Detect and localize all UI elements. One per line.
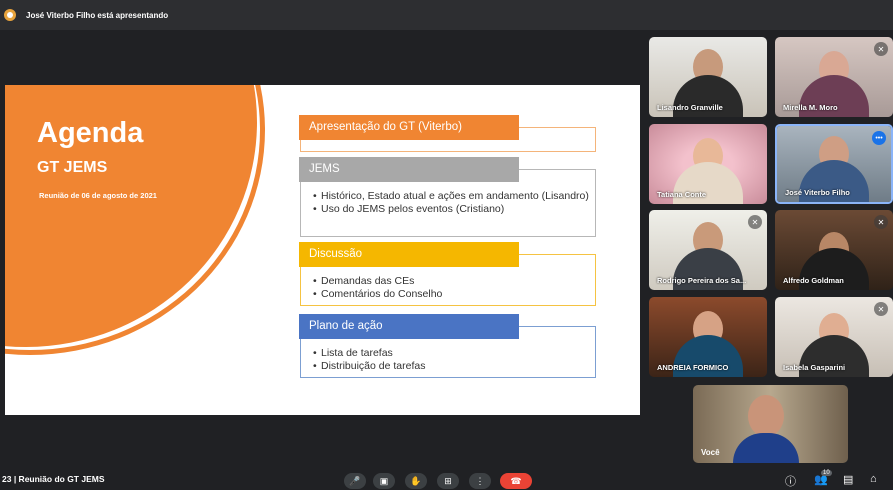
agenda-section-header: Apresentação do GT (Viterbo) (299, 115, 519, 140)
more-icon[interactable]: ⋮ (469, 473, 491, 489)
agenda-item: Demandas das CEs (313, 275, 595, 288)
chat-icon[interactable]: ▤ (843, 473, 853, 486)
participant-name: ANDREIA FORMICO (657, 363, 729, 372)
muted-mic-icon: ✕ (874, 215, 888, 229)
participant-name: Tatiana Conte (657, 190, 707, 199)
activities-icon[interactable]: ⌂ (870, 473, 877, 485)
participant-name: Lisandro Granville (657, 103, 723, 112)
presenter-bar: José Viterbo Filho está apresentando (0, 0, 893, 30)
participant-tile-rodrigo[interactable]: ✕ Rodrigo Pereira dos Sa... (649, 210, 767, 290)
participant-face (748, 395, 784, 437)
muted-mic-icon: ✕ (874, 42, 888, 56)
self-view-tile[interactable]: Você (693, 385, 848, 463)
agenda-item: Comentários do Conselho (313, 288, 595, 301)
more-options-icon[interactable]: ••• (872, 131, 886, 145)
mic-icon[interactable]: 🎤 (344, 473, 366, 489)
self-name: Você (701, 448, 720, 457)
agenda-section-jems: JEMS Histórico, Estado atual e ações em … (299, 157, 596, 237)
agenda-item: Histórico, Estado atual e ações em andam… (313, 190, 595, 203)
participant-tile-lisandro[interactable]: Lisandro Granville (649, 37, 767, 117)
agenda-section-header: Plano de ação (299, 314, 519, 339)
participant-tile-jose[interactable]: ••• José Viterbo Filho (775, 124, 893, 204)
slide-title: Agenda (37, 117, 144, 149)
agenda-section-header: JEMS (299, 157, 519, 182)
presenting-icon (4, 9, 16, 21)
participant-tile-isabela[interactable]: ✕ Isabela Gasparini (775, 297, 893, 377)
agenda-section-discussion: Discussão Demandas das CEs Comentários d… (299, 242, 596, 306)
presenter-label: José Viterbo Filho está apresentando (26, 10, 169, 20)
participant-tile-andreia[interactable]: ANDREIA FORMICO (649, 297, 767, 377)
participant-name: Mirella M. Moro (783, 103, 838, 112)
agenda-item: Distribuição de tarefas (313, 360, 595, 373)
people-count-badge: 10 (821, 470, 832, 476)
participant-name: Alfredo Goldman (783, 276, 844, 285)
slide-date: Reunião de 06 de agosto de 2021 (39, 191, 157, 200)
participant-tile-mirella[interactable]: ✕ Mirella M. Moro (775, 37, 893, 117)
participant-name: Isabela Gasparini (783, 363, 846, 372)
agenda-section-header: Discussão (299, 242, 519, 267)
participant-name: Rodrigo Pereira dos Sa... (657, 276, 747, 285)
agenda-section-action-plan: Plano de ação Lista de tarefas Distribui… (299, 314, 596, 378)
info-icon[interactable]: ⓘ (785, 473, 796, 489)
shared-slide: Agenda GT JEMS Reunião de 06 de agosto d… (5, 85, 640, 415)
muted-mic-icon: ✕ (874, 302, 888, 316)
agenda-section-presentation: Apresentação do GT (Viterbo) (299, 115, 596, 152)
muted-mic-icon: ✕ (748, 215, 762, 229)
participant-tile-tatiana[interactable]: Tatiana Conte (649, 124, 767, 204)
agenda-item: Uso do JEMS pelos eventos (Cristiano) (313, 203, 595, 216)
bottom-toolbar: 23 | Reunião do GT JEMS 🎤 ▣ ✋ ⊞ ⋮ ☎ ⓘ 👥 … (0, 470, 893, 490)
participant-name: José Viterbo Filho (785, 188, 850, 197)
agenda-item: Lista de tarefas (313, 347, 595, 360)
camera-icon[interactable]: ▣ (373, 473, 395, 489)
meeting-title: 23 | Reunião do GT JEMS (2, 474, 105, 484)
raise-hand-icon[interactable]: ✋ (405, 473, 427, 489)
end-call-icon[interactable]: ☎ (500, 473, 532, 489)
participant-tile-alfredo[interactable]: ✕ Alfredo Goldman (775, 210, 893, 290)
slide-subtitle: GT JEMS (37, 159, 108, 176)
present-icon[interactable]: ⊞ (437, 473, 459, 489)
